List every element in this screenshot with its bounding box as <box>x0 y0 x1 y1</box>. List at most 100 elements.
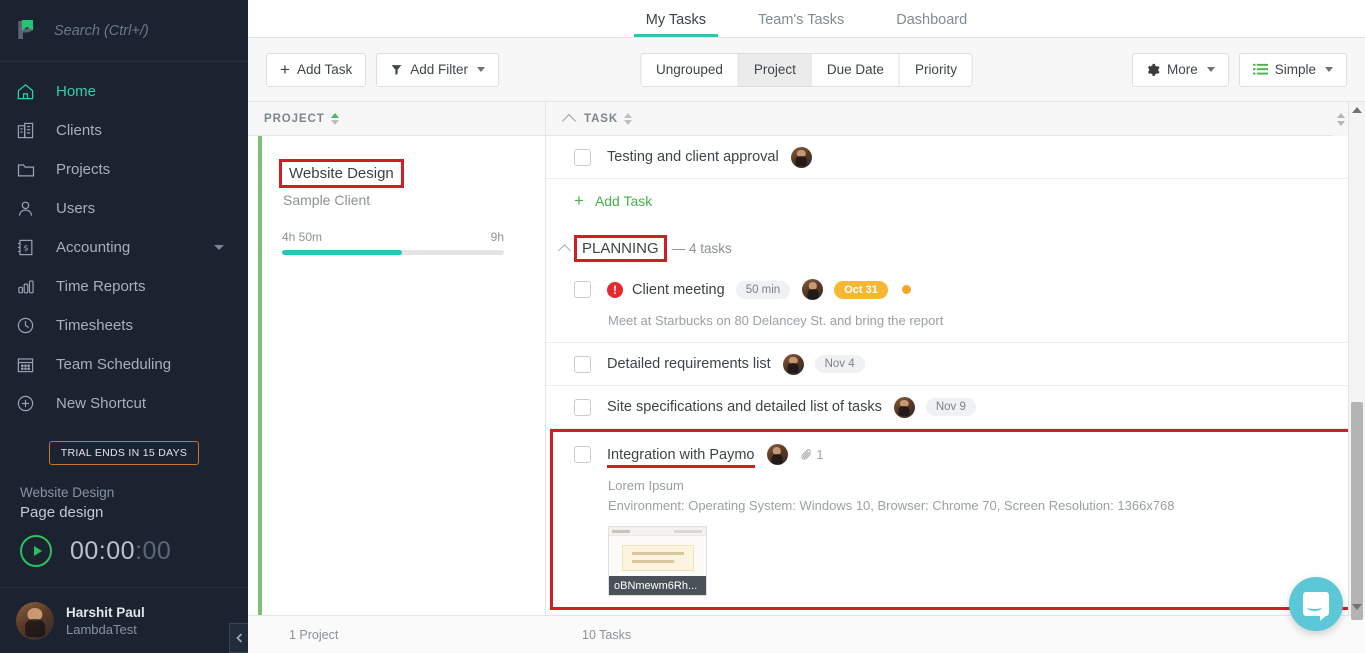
timer-hours-minutes: 00:00 <box>70 537 135 565</box>
paymo-app-window: P Home <box>0 0 1365 653</box>
plus-icon: + <box>574 192 584 209</box>
status-badge[interactable] <box>902 285 911 294</box>
trial-badge[interactable]: TRIAL ENDS IN 15 DAYS <box>49 441 199 465</box>
toolbar-right-group: More Simple <box>1122 53 1347 87</box>
sidebar-item-projects[interactable]: Projects <box>0 150 248 189</box>
table-row[interactable]: Detailed requirements list Nov 4 <box>546 343 1365 386</box>
timer-seconds: :00 <box>135 537 171 565</box>
attachment-filename: oBNmewm6Rh... <box>609 576 706 595</box>
group-task-count: — 4 tasks <box>672 241 732 256</box>
group-by-priority[interactable]: Priority <box>900 54 972 86</box>
add-task-button[interactable]: + Add Task <box>266 53 366 87</box>
group-name[interactable]: PLANNING <box>577 238 664 259</box>
sidebar-item-label: Home <box>56 83 96 100</box>
chat-bubble-icon <box>1303 592 1329 616</box>
task-title[interactable]: Detailed requirements list <box>607 356 771 372</box>
project-count: 1 Project <box>248 628 546 642</box>
scroll-down-button[interactable] <box>1349 599 1365 615</box>
group-by-ungrouped[interactable]: Ungrouped <box>641 54 739 86</box>
scroll-down-icon[interactable] <box>1337 121 1345 126</box>
table-row[interactable]: Testing and client approval <box>546 136 1365 179</box>
timer-play-button[interactable] <box>20 535 52 567</box>
add-task-inline-bottom[interactable]: + Add Task <box>546 610 1365 615</box>
sidebar-collapse-button[interactable] <box>229 623 248 653</box>
task-checkbox[interactable] <box>574 446 591 463</box>
sidebar-item-users[interactable]: Users <box>0 189 248 228</box>
project-client: Sample Client <box>282 192 545 208</box>
scrollbar-thumb[interactable] <box>1351 402 1363 620</box>
task-title[interactable]: Client meeting <box>632 282 725 298</box>
sort-icon[interactable] <box>331 113 339 125</box>
group-by-due-date[interactable]: Due Date <box>812 54 900 86</box>
project-progress: 4h 50m 9h <box>282 230 504 255</box>
project-name[interactable]: Website Design <box>282 162 401 185</box>
plus-circle-icon <box>16 394 42 413</box>
sort-icon[interactable] <box>624 113 632 125</box>
view-mode-button[interactable]: Simple <box>1239 53 1347 87</box>
task-due-badge[interactable]: Oct 31 <box>834 281 888 299</box>
task-description-line-2: Environment: Operating System: Windows 1… <box>546 496 1365 516</box>
main-area: My Tasks Team's Tasks Dashboard + Add Ta… <box>248 0 1365 653</box>
sidebar-user-profile[interactable]: Harshit Paul LambdaTest <box>0 587 248 653</box>
calendar-icon <box>16 355 42 374</box>
more-button[interactable]: More <box>1132 53 1229 87</box>
intercom-chat-button[interactable] <box>1289 577 1343 631</box>
task-due-badge[interactable]: Nov 9 <box>926 398 976 416</box>
user-org: LambdaTest <box>66 621 145 638</box>
add-task-inline-top[interactable]: + Add Task <box>546 179 1365 222</box>
sidebar-item-clients[interactable]: Clients <box>0 111 248 150</box>
tab-my-tasks[interactable]: My Tasks <box>620 12 732 37</box>
tab-dashboard[interactable]: Dashboard <box>870 12 993 37</box>
chevron-down-icon[interactable] <box>214 245 224 250</box>
table-row[interactable]: ! Client meeting 50 min Oct 31 <box>546 268 1365 311</box>
avatar <box>767 444 788 465</box>
add-task-label: Add Task <box>297 62 352 77</box>
scroll-up-button[interactable] <box>1349 102 1365 118</box>
task-checkbox[interactable] <box>574 399 591 416</box>
table-row[interactable]: Integration with Paymo 1 <box>546 429 1365 472</box>
clock-icon <box>16 316 42 335</box>
group-by-segmented-control: Ungrouped Project Due Date Priority <box>640 53 973 87</box>
sidebar-item-label: New Shortcut <box>56 395 146 412</box>
task-title[interactable]: Testing and client approval <box>607 149 779 165</box>
exclamation-icon: ! <box>607 282 623 298</box>
sidebar-item-new-shortcut[interactable]: New Shortcut <box>0 384 248 423</box>
task-checkbox[interactable] <box>574 281 591 298</box>
attachment-count[interactable]: 1 <box>800 448 824 462</box>
table-row[interactable]: Site specifications and detailed list of… <box>546 386 1365 429</box>
group-by-project[interactable]: Project <box>739 54 812 86</box>
project-progress-bar <box>282 250 504 255</box>
home-icon <box>16 82 42 101</box>
sidebar-search-bar: P <box>0 0 248 62</box>
timer-project-name: Website Design <box>20 483 228 502</box>
sidebar-item-time-reports[interactable]: Time Reports <box>0 267 248 306</box>
sidebar-item-accounting[interactable]: $ Accounting <box>0 228 248 267</box>
tab-teams-tasks[interactable]: Team's Tasks <box>732 12 870 37</box>
inner-scrollbar[interactable] <box>1333 102 1348 136</box>
task-checkbox[interactable] <box>574 149 591 166</box>
sidebar-item-home[interactable]: Home <box>0 72 248 111</box>
sidebar-item-label: Clients <box>56 122 102 139</box>
sidebar-item-timesheets[interactable]: Timesheets <box>0 306 248 345</box>
timer-task-name: Page design <box>20 502 228 523</box>
search-input[interactable] <box>54 23 243 39</box>
task-due-badge[interactable]: Nov 4 <box>815 355 865 373</box>
accounting-icon: $ <box>16 238 42 257</box>
project-budget-time: 9h <box>491 230 504 244</box>
collapse-all-icon[interactable] <box>562 113 576 127</box>
task-title[interactable]: Site specifications and detailed list of… <box>607 399 882 415</box>
sidebar-item-team-scheduling[interactable]: Team Scheduling <box>0 345 248 384</box>
caret-down-icon <box>1352 604 1362 610</box>
attachment-thumbnail[interactable]: oBNmewm6Rh... <box>608 526 707 596</box>
scroll-up-icon[interactable] <box>1337 113 1345 118</box>
more-label: More <box>1167 62 1198 77</box>
page-scrollbar[interactable] <box>1348 102 1365 615</box>
chevron-down-icon <box>1325 67 1333 72</box>
add-filter-button[interactable]: Add Filter <box>376 53 499 87</box>
task-duration-badge[interactable]: 50 min <box>736 281 791 299</box>
view-mode-label: Simple <box>1275 62 1316 77</box>
task-title[interactable]: Integration with Paymo <box>607 447 755 463</box>
caret-up-icon <box>1352 107 1362 113</box>
task-checkbox[interactable] <box>574 356 591 373</box>
group-collapse-icon[interactable] <box>558 244 571 257</box>
